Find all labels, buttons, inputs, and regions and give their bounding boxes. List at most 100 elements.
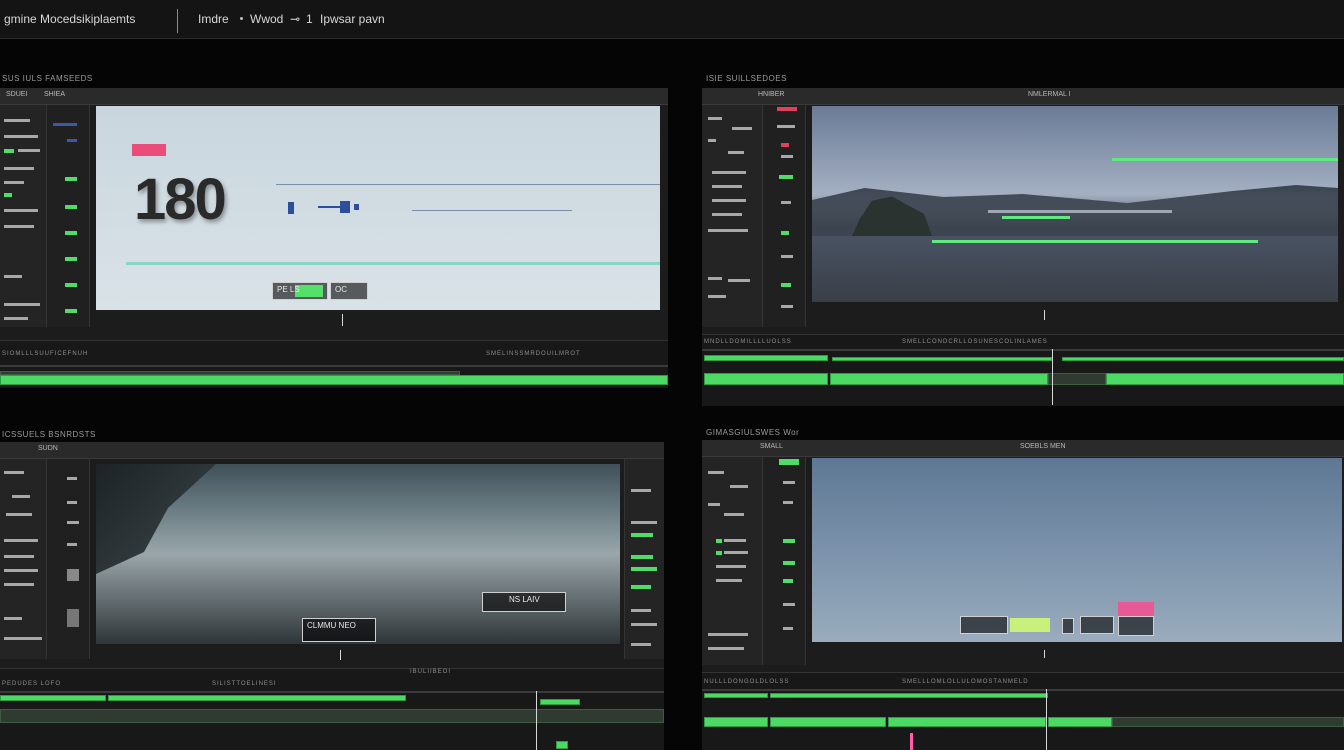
property-row[interactable]	[4, 555, 34, 558]
tool-indicator[interactable]	[783, 579, 793, 583]
panel-1-tab-a[interactable]: SDUEI	[6, 91, 27, 98]
property-row[interactable]	[4, 617, 22, 620]
timeline-clip[interactable]	[108, 695, 406, 701]
effect-indicator[interactable]	[631, 585, 651, 589]
overlay-box-a[interactable]: PE LS	[272, 282, 328, 300]
timeline-clip[interactable]	[1062, 357, 1344, 361]
tool-indicator-active[interactable]	[777, 107, 797, 111]
viewer-playhead[interactable]	[342, 314, 343, 326]
property-row[interactable]	[4, 539, 38, 542]
tool-slot[interactable]	[67, 609, 79, 627]
property-row[interactable]	[4, 135, 38, 138]
timeline-marker[interactable]	[556, 741, 568, 749]
property-row[interactable]	[708, 295, 726, 298]
timeline-clip[interactable]	[704, 717, 768, 727]
overlay-box-b[interactable]: CLMMU NEO	[302, 618, 376, 642]
tool-indicator[interactable]	[65, 309, 77, 313]
property-row[interactable]	[716, 565, 746, 568]
effect-row[interactable]	[631, 489, 651, 492]
timeline-playhead[interactable]	[536, 691, 537, 750]
tool-slot[interactable]	[67, 569, 79, 581]
property-toggle[interactable]	[4, 193, 12, 197]
tool-slot[interactable]	[67, 501, 77, 504]
tool-indicator[interactable]	[783, 539, 795, 543]
tool-slot[interactable]	[781, 255, 793, 258]
timeline-clip[interactable]	[832, 357, 1052, 361]
tool-indicator[interactable]	[781, 231, 789, 235]
property-row[interactable]	[724, 551, 748, 554]
property-row[interactable]	[732, 127, 752, 130]
panel-3-timeline[interactable]: IBULIIBEOI PEDUDES LOFO SILISTTOELINESI	[0, 668, 664, 750]
property-row[interactable]	[728, 279, 750, 282]
tool-indicator[interactable]	[65, 257, 77, 261]
property-row[interactable]	[712, 199, 746, 202]
menu-item-imdre[interactable]: Imdre	[198, 12, 229, 26]
panel-4-timeline[interactable]: NULLLDONGOLDLOLSS SMELLLOMLOLLULOMOSTANM…	[702, 672, 1344, 750]
viewer-playhead[interactable]	[1044, 310, 1045, 320]
timeline-clip[interactable]	[770, 717, 886, 727]
panel-1-tab-b[interactable]: SHIEA	[44, 91, 65, 98]
tool-indicator[interactable]	[65, 231, 77, 235]
property-row[interactable]	[4, 317, 28, 320]
viewer-playhead[interactable]	[1044, 650, 1045, 658]
tool-slot[interactable]	[783, 481, 795, 484]
timeline-clip[interactable]	[1048, 373, 1106, 385]
timeline-playhead[interactable]	[1052, 349, 1053, 405]
panel-4-tab-a[interactable]: SMALL	[760, 443, 783, 450]
timeline-playhead[interactable]	[1046, 689, 1047, 750]
timeline-clip[interactable]	[540, 699, 580, 705]
menu-item-wwod[interactable]: Wwod	[250, 12, 283, 26]
panel-2-timeline[interactable]: MNDLLDOMILLLLUOLSS SMELLCONDCRLLOSUNESCO…	[702, 334, 1344, 406]
property-row[interactable]	[708, 229, 748, 232]
property-row[interactable]	[4, 275, 22, 278]
effect-row[interactable]	[631, 623, 657, 626]
effect-indicator[interactable]	[631, 555, 653, 559]
tool-slot[interactable]	[783, 603, 795, 606]
menu-item-one[interactable]: 1	[306, 12, 313, 26]
tool-slot[interactable]	[781, 305, 793, 308]
property-row[interactable]	[4, 225, 34, 228]
timeline-clip[interactable]	[1048, 717, 1112, 727]
property-row[interactable]	[712, 185, 742, 188]
property-row[interactable]	[4, 569, 38, 572]
timeline-clip[interactable]	[830, 373, 1048, 385]
property-row[interactable]	[708, 117, 722, 120]
tool-slot[interactable]	[67, 521, 79, 524]
tool-indicator[interactable]	[65, 177, 77, 181]
panel-2-tab-a[interactable]: HNIBER	[758, 91, 784, 98]
tool-indicator[interactable]	[779, 175, 793, 179]
property-row[interactable]	[4, 637, 42, 640]
property-row[interactable]	[708, 277, 722, 280]
effect-row[interactable]	[631, 609, 651, 612]
timeline-clip[interactable]	[770, 693, 1048, 698]
overlay-box-b[interactable]: OC	[330, 282, 368, 300]
property-row[interactable]	[4, 209, 38, 212]
property-row[interactable]	[712, 213, 742, 216]
tool-indicator-active[interactable]	[779, 459, 799, 465]
keyframe-marker[interactable]	[340, 201, 350, 213]
property-row[interactable]	[708, 471, 724, 474]
property-row[interactable]	[708, 503, 720, 506]
property-toggle[interactable]	[716, 539, 722, 543]
property-row[interactable]	[724, 513, 744, 516]
property-row[interactable]	[716, 579, 742, 582]
property-row[interactable]	[708, 139, 716, 142]
timeline-clip[interactable]	[1112, 717, 1344, 727]
tool-slot[interactable]	[781, 201, 791, 204]
timeline-clip[interactable]	[1106, 373, 1344, 385]
tool-slot[interactable]	[781, 155, 793, 158]
effect-indicator[interactable]	[631, 533, 653, 537]
tool-slot[interactable]	[67, 139, 77, 142]
overlay-box-a[interactable]: NS LAIV	[482, 592, 566, 612]
overlay-box-a[interactable]	[960, 616, 1008, 634]
property-row[interactable]	[708, 647, 744, 650]
timeline-clip[interactable]	[0, 371, 460, 375]
tool-indicator[interactable]	[783, 561, 795, 565]
panel-3-tab-a[interactable]: SUDN	[38, 445, 58, 452]
panel-1-video-viewer[interactable]: 180 PE LS OC	[96, 106, 660, 310]
menu-item-arrow-icon[interactable]: ⊸	[290, 12, 300, 26]
tool-slot[interactable]	[777, 125, 795, 128]
property-row[interactable]	[724, 539, 746, 542]
timeline-clip[interactable]	[704, 355, 828, 361]
property-row[interactable]	[4, 583, 34, 586]
